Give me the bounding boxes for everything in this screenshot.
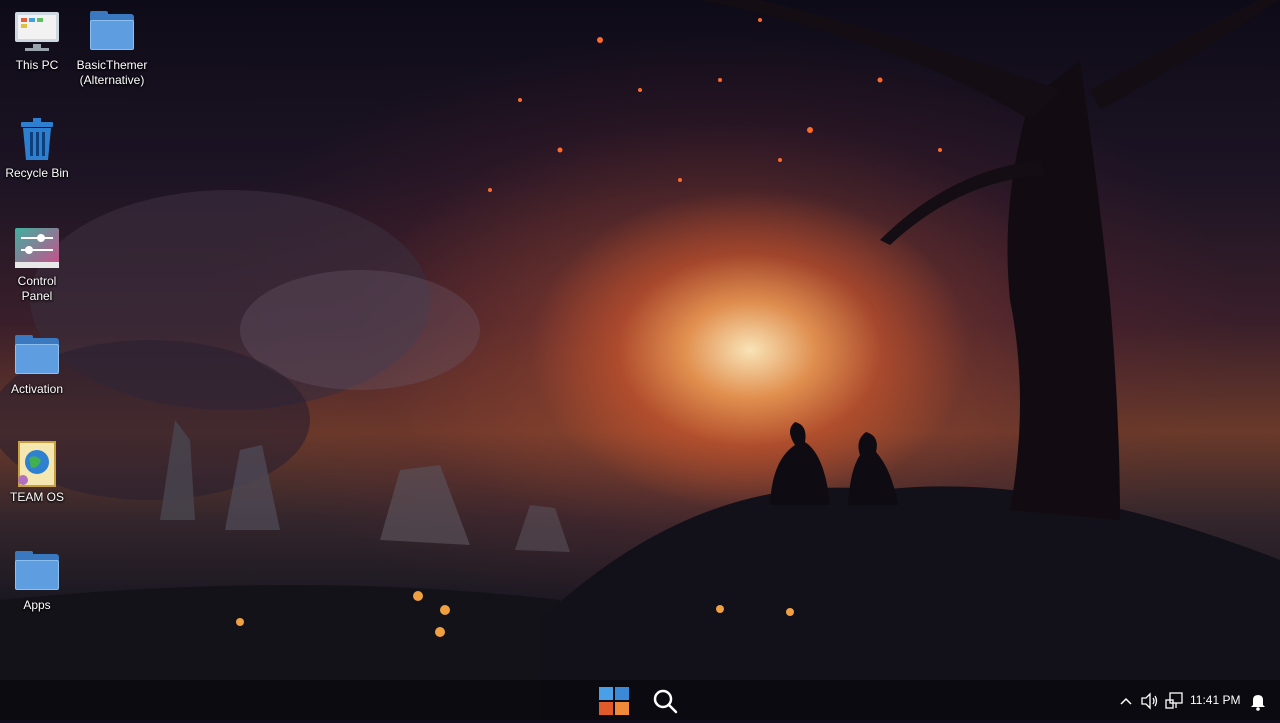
desktop-icon-basicthemer[interactable]: BasicThemer (Alternative) xyxy=(76,8,148,88)
desktop-icon-this-pc[interactable]: This PC xyxy=(1,8,73,73)
taskbar xyxy=(0,680,1280,720)
desktop-icon-label: BasicThemer (Alternative) xyxy=(76,58,148,87)
desktop-icon-apps[interactable]: Apps xyxy=(1,548,73,613)
desktop-icon-label: Recycle Bin xyxy=(5,166,69,180)
folder-icon xyxy=(13,332,61,380)
speaker-icon xyxy=(1141,692,1158,710)
desktop-icon-team-os[interactable]: TEAM OS xyxy=(1,440,73,505)
team-os-icon xyxy=(13,440,61,488)
desktop-wallpaper xyxy=(0,0,1280,720)
desktop-icon-label: Activation xyxy=(10,382,64,396)
windows-logo-icon xyxy=(599,687,629,715)
search-button[interactable] xyxy=(648,684,682,718)
folder-icon xyxy=(13,548,61,596)
desktop-icon-recycle-bin[interactable]: Recycle Bin xyxy=(1,116,73,181)
volume-button[interactable] xyxy=(1140,690,1160,712)
desktop-icon-activation[interactable]: Activation xyxy=(1,332,73,397)
notifications-button[interactable] xyxy=(1249,690,1267,712)
desktop-icon-label: This PC xyxy=(15,58,59,72)
folder-icon xyxy=(88,8,136,56)
computer-icon xyxy=(13,8,61,56)
network-icon xyxy=(1165,692,1183,709)
chevron-up-icon xyxy=(1120,697,1132,705)
desktop-icon-label: Control Panel xyxy=(17,274,57,303)
desktop-icon-control-panel[interactable]: Control Panel xyxy=(1,224,73,304)
taskbar-clock[interactable]: 11:41 PM xyxy=(1190,693,1240,707)
desktop-icon-label: Apps xyxy=(23,598,51,612)
bell-icon xyxy=(1251,695,1265,711)
network-button[interactable] xyxy=(1164,690,1184,712)
search-icon xyxy=(653,689,678,714)
tray-overflow-button[interactable] xyxy=(1118,690,1134,712)
control-panel-icon xyxy=(13,224,61,272)
desktop-icon-label: TEAM OS xyxy=(9,490,64,504)
recycle-bin-icon xyxy=(13,116,61,164)
start-button[interactable] xyxy=(596,684,632,718)
